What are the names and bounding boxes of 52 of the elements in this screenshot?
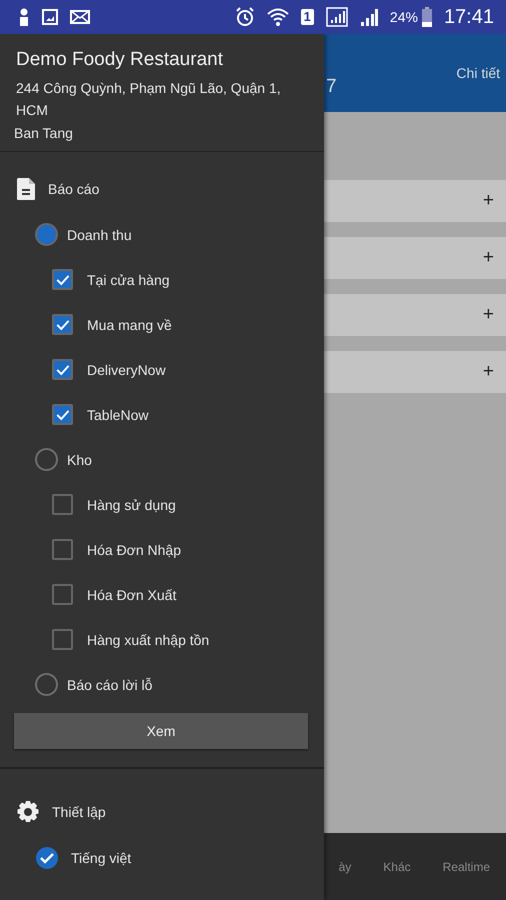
report-option[interactable]: Doanh thu bbox=[0, 212, 324, 257]
user-name: Ban Tang bbox=[14, 125, 74, 141]
header-title: 7 bbox=[326, 76, 337, 98]
checkbox-item[interactable]: Hóa Đơn Xuất bbox=[0, 572, 324, 617]
radio-button[interactable] bbox=[35, 448, 58, 471]
radio-button[interactable] bbox=[35, 223, 58, 246]
sim-badge: 1 bbox=[300, 9, 314, 25]
expand-icon[interactable]: + bbox=[482, 247, 494, 269]
settings-icon bbox=[16, 800, 40, 824]
image-icon bbox=[42, 9, 58, 25]
radio-button[interactable] bbox=[35, 673, 58, 696]
checkbox[interactable] bbox=[52, 314, 73, 335]
section-title: Báo cáo bbox=[48, 181, 100, 197]
checkbox[interactable] bbox=[52, 629, 73, 650]
nav-tab[interactable]: Realtime bbox=[442, 860, 490, 874]
checkbox-item[interactable]: Hàng sử dụng bbox=[0, 482, 324, 527]
details-link[interactable]: Chi tiết bbox=[456, 65, 500, 112]
section-title: Thiết lập bbox=[52, 804, 106, 820]
alarm-icon bbox=[234, 7, 255, 27]
checkbox-item[interactable]: TableNow bbox=[0, 392, 324, 437]
checkbox[interactable] bbox=[52, 494, 73, 515]
restaurant-name: Demo Foody Restaurant bbox=[16, 49, 224, 71]
expand-icon[interactable]: + bbox=[482, 361, 494, 383]
checkbox[interactable] bbox=[52, 584, 73, 605]
language-option[interactable]: Tiếng việt bbox=[0, 835, 324, 881]
checkbox-item[interactable]: Mua mang về bbox=[0, 302, 324, 347]
battery-icon bbox=[422, 7, 432, 27]
restaurant-address: 244 Công Quỳnh, Phạm Ngũ Lão, Quận 1, HCM bbox=[16, 79, 282, 120]
checkbox-item[interactable]: Tại cửa hàng bbox=[0, 257, 324, 302]
checkbox-item[interactable]: DeliveryNow bbox=[0, 347, 324, 392]
person-icon bbox=[18, 8, 30, 26]
checkbox-item[interactable]: Hóa Đơn Nhập bbox=[0, 527, 324, 572]
checkbox[interactable] bbox=[52, 539, 73, 560]
nav-tab[interactable]: Khác bbox=[383, 860, 411, 874]
nav-tab[interactable]: ày bbox=[338, 860, 352, 874]
battery-percent: 24% bbox=[390, 9, 418, 25]
clock-time: 17:41 bbox=[444, 6, 494, 28]
expand-icon[interactable]: + bbox=[482, 190, 494, 212]
checkbox-item[interactable]: Hàng xuất nhập tồn bbox=[0, 617, 324, 662]
signal-icon bbox=[360, 7, 378, 27]
expand-icon[interactable]: + bbox=[482, 304, 494, 326]
checkbox[interactable] bbox=[52, 269, 73, 290]
report-option[interactable]: Kho bbox=[0, 437, 324, 482]
signal-icon bbox=[326, 7, 348, 27]
wifi-icon bbox=[266, 7, 289, 27]
checkbox[interactable] bbox=[52, 359, 73, 380]
checkbox[interactable] bbox=[52, 404, 73, 425]
mail-icon bbox=[70, 10, 90, 24]
check-circle-icon[interactable] bbox=[35, 846, 59, 870]
document-icon bbox=[16, 177, 36, 201]
report-option[interactable]: Báo cáo lời lỗ bbox=[0, 662, 324, 707]
view-button[interactable]: Xem bbox=[14, 713, 308, 749]
